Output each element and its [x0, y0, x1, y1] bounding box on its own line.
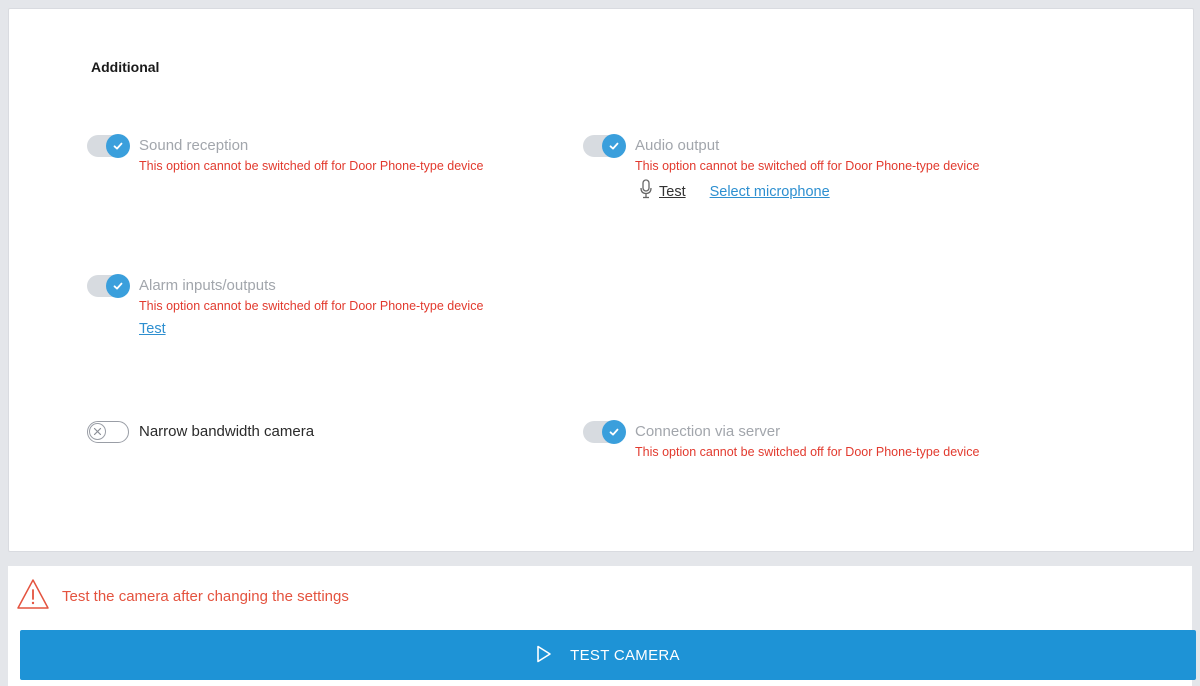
- connection-via-server-label: Connection via server: [635, 423, 781, 440]
- sound-reception-warning: This option cannot be switched off for D…: [139, 159, 484, 173]
- sound-reception-label: Sound reception: [139, 137, 249, 154]
- section-divider: [8, 552, 1192, 566]
- alarm-test-link[interactable]: Test: [139, 321, 166, 337]
- test-camera-button[interactable]: TEST CAMERA: [20, 630, 1196, 680]
- section-title: Additional: [91, 59, 160, 75]
- cross-icon: [89, 423, 106, 440]
- warning-triangle-icon: [16, 578, 50, 615]
- connection-via-server-warning: This option cannot be switched off for D…: [635, 445, 980, 459]
- play-icon: [536, 645, 552, 666]
- microphone-icon: [639, 179, 653, 204]
- alarm-io-label: Alarm inputs/outputs: [139, 277, 276, 294]
- check-icon: [106, 134, 130, 158]
- audio-output-warning: This option cannot be switched off for D…: [635, 159, 980, 173]
- audio-output-toggle[interactable]: [583, 134, 626, 158]
- footer: Test the camera after changing the setti…: [8, 566, 1196, 686]
- check-icon: [602, 134, 626, 158]
- settings-warning: Test the camera after changing the setti…: [16, 578, 349, 615]
- check-icon: [106, 274, 130, 298]
- sound-reception-toggle[interactable]: [87, 134, 130, 158]
- narrow-bandwidth-toggle[interactable]: [87, 421, 129, 443]
- connection-via-server-toggle[interactable]: [583, 420, 626, 444]
- select-microphone-link[interactable]: Select microphone: [710, 184, 830, 200]
- alarm-io-toggle[interactable]: [87, 274, 130, 298]
- test-camera-label: TEST CAMERA: [570, 646, 680, 664]
- alarm-io-warning: This option cannot be switched off for D…: [139, 299, 484, 313]
- narrow-bandwidth-label: Narrow bandwidth camera: [139, 423, 315, 440]
- audio-test-link[interactable]: Test: [659, 184, 686, 200]
- check-icon: [602, 420, 626, 444]
- audio-output-label: Audio output: [635, 137, 720, 154]
- audio-output-actions: Test Select microphone: [639, 179, 830, 204]
- warning-message: Test the camera after changing the setti…: [62, 588, 349, 605]
- settings-panel: Additional Sound reception This option c…: [8, 8, 1194, 552]
